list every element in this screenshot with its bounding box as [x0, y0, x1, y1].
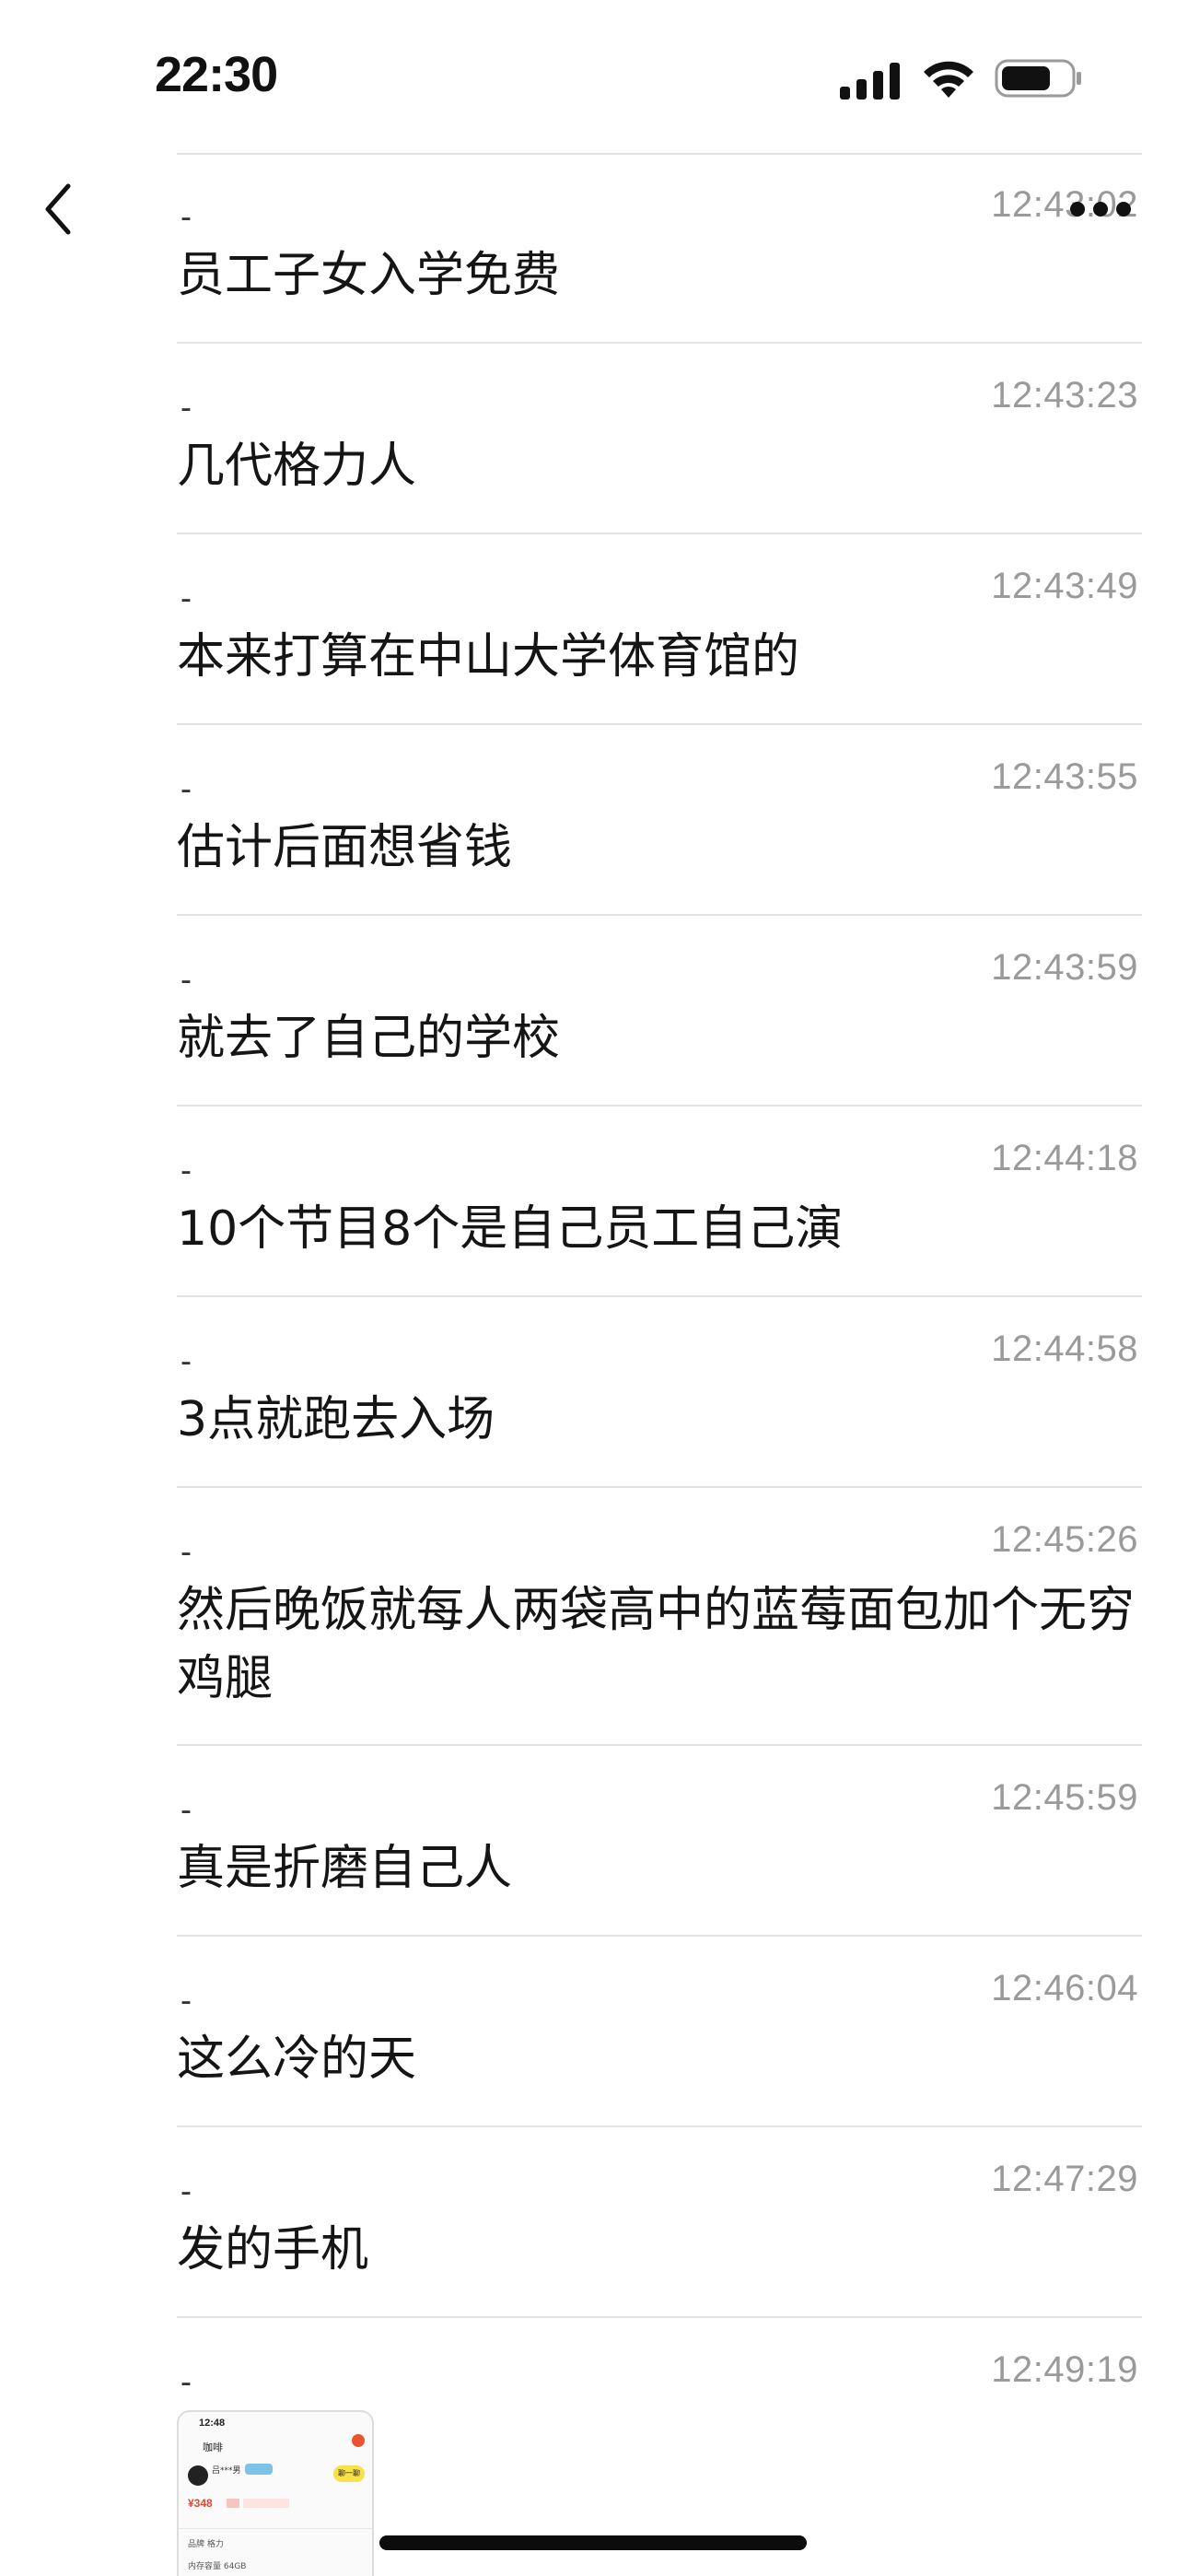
- message-timestamp: 12:49:19: [991, 2349, 1138, 2390]
- list-item[interactable]: - 12:43:02 员工子女入学免费: [177, 153, 1142, 344]
- back-chevron-icon[interactable]: [37, 177, 83, 241]
- promo-label: [243, 2499, 289, 2508]
- sender-label: -: [181, 1151, 192, 1188]
- sender-label: -: [181, 197, 192, 235]
- message-text: 3点就跑去入场: [177, 1392, 495, 1447]
- message-timestamp: 12:43:49: [991, 566, 1138, 606]
- list-item[interactable]: - 12:43:59 就去了自己的学校: [177, 916, 1142, 1107]
- promo-badge: [227, 2499, 239, 2508]
- message-timestamp: 12:44:18: [991, 1138, 1138, 1178]
- message-timestamp: 12:47:29: [991, 2159, 1138, 2199]
- message-timestamp: 12:45:26: [991, 1519, 1138, 1560]
- battery-icon: [995, 59, 1081, 98]
- home-indicator: [379, 2535, 807, 2550]
- list-item[interactable]: - 12:43:49 本来打算在中山大学体育馆的: [177, 534, 1142, 725]
- thumbnail-username: 吕***男: [212, 2466, 241, 2476]
- message-text: 10个节目8个是自己员工自己演: [177, 1201, 844, 1257]
- message-text: 真是折磨自己人: [177, 1841, 513, 1896]
- notification-dot-icon: [352, 2434, 365, 2447]
- user-tag-badge: [245, 2464, 273, 2475]
- list-item[interactable]: - 12:44:18 10个节目8个是自己员工自己演: [177, 1107, 1142, 1297]
- message-timestamp: 12:45:59: [991, 1777, 1138, 1818]
- message-text: 本来打算在中山大学体育馆的: [177, 629, 800, 685]
- thumbnail-title: 咖啡: [203, 2441, 223, 2453]
- thumbnail-time: 12:48: [199, 2418, 226, 2429]
- sender-label: -: [181, 1341, 192, 1379]
- sender-label: -: [181, 1981, 192, 2019]
- sender-label: -: [181, 579, 192, 616]
- thumbnail-price: ¥348: [188, 2497, 213, 2510]
- sender-label: -: [181, 388, 192, 426]
- more-dots-icon[interactable]: [1068, 198, 1133, 220]
- sender-label: -: [181, 2172, 192, 2209]
- message-text: 就去了自己的学校: [177, 1011, 561, 1066]
- spec-storage: 内存容量 64GB: [188, 2562, 247, 2571]
- list-item[interactable]: - 12:45:26 然后晚饭就每人两袋高中的蓝莓面包加个无穷鸡腿: [177, 1488, 1142, 1746]
- message-text: 估计后面想省钱: [177, 820, 513, 875]
- sender-label: -: [181, 769, 192, 807]
- status-bar-time: 22:30: [155, 47, 278, 102]
- list-item[interactable]: - 12:47:29 发的手机: [177, 2127, 1142, 2318]
- list-item[interactable]: - 12:44:58 3点就跑去入场: [177, 1297, 1142, 1488]
- message-timestamp: 12:43:55: [991, 756, 1138, 797]
- message-text: 员工子女入学免费: [177, 248, 561, 303]
- message-timestamp: 12:46:04: [991, 1968, 1138, 2008]
- divider: [179, 2528, 372, 2529]
- spec-brand: 品牌 格力: [188, 2540, 224, 2549]
- message-text: 发的手机: [177, 2222, 369, 2277]
- list-item[interactable]: - 12:43:55 估计后面想省钱: [177, 725, 1142, 916]
- screenshot-thumbnail[interactable]: 12:48 咖啡 吕***男 聊一聊 ¥348 品牌 格力 内存容量 64GB: [177, 2410, 374, 2576]
- sender-label: -: [181, 2362, 192, 2400]
- sender-label: -: [181, 1790, 192, 1828]
- message-timestamp: 12:43:59: [991, 947, 1138, 988]
- message-text: 这么冷的天: [177, 2032, 417, 2087]
- chat-button: 聊一聊: [333, 2465, 365, 2482]
- cellular-signal-icon: [840, 63, 900, 100]
- wifi-icon: [924, 61, 973, 98]
- list-item[interactable]: - 12:45:59 真是折磨自己人: [177, 1746, 1142, 1937]
- sender-label: -: [181, 960, 192, 998]
- message-text: 几代格力人: [177, 439, 417, 494]
- list-item[interactable]: - 12:46:04 这么冷的天: [177, 1937, 1142, 2127]
- message-text: 然后晚饭就每人两袋高中的蓝莓面包加个无穷鸡腿: [177, 1583, 1136, 1706]
- message-list[interactable]: - 12:43:02 员工子女入学免费 - 12:43:23 几代格力人 - 1…: [177, 153, 1142, 2576]
- list-item[interactable]: - 12:43:23 几代格力人: [177, 344, 1142, 534]
- message-timestamp: 12:44:58: [991, 1329, 1138, 1369]
- message-timestamp: 12:43:23: [991, 375, 1138, 416]
- sender-label: -: [181, 1532, 192, 1570]
- avatar: [188, 2465, 208, 2486]
